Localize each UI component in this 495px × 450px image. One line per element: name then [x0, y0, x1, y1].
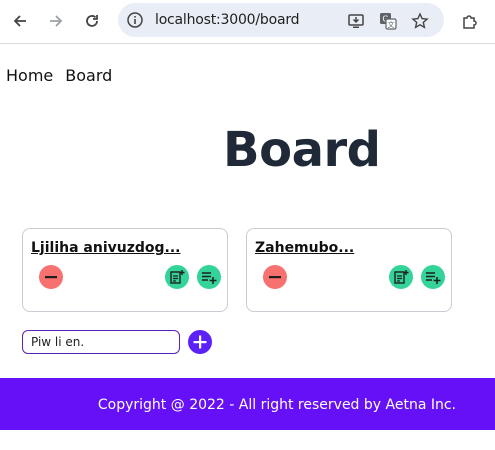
minus-icon: [45, 276, 57, 279]
forward-arrow-icon[interactable]: [44, 9, 68, 33]
remove-card-button[interactable]: [263, 265, 287, 289]
add-note-button[interactable]: [389, 265, 413, 289]
plus-icon: [193, 335, 207, 349]
page-title: Board: [223, 122, 381, 178]
address-bar[interactable]: localhost:3000/board G文: [118, 3, 444, 37]
note-add-icon: [394, 270, 409, 284]
back-arrow-icon[interactable]: [8, 9, 32, 33]
playlist-add-icon: [426, 272, 441, 284]
board-card: Ljiliha anivuzdog...: [22, 228, 228, 312]
add-note-button[interactable]: [165, 265, 189, 289]
remove-card-button[interactable]: [39, 265, 63, 289]
copyright-text: Copyright @ 2022 - All right reserved by…: [97, 397, 456, 413]
install-app-icon[interactable]: [346, 11, 366, 31]
reload-icon[interactable]: [80, 9, 104, 33]
note-add-icon: [170, 270, 185, 284]
card-name-link[interactable]: Ljiliha anivuzdog...: [31, 240, 180, 256]
site-info-icon[interactable]: [126, 11, 144, 29]
top-nav: Home Board: [6, 66, 124, 86]
browser-toolbar: localhost:3000/board G文: [0, 0, 495, 44]
playlist-add-icon: [202, 272, 217, 284]
add-list-button[interactable]: [421, 265, 445, 289]
nav-home-link[interactable]: Home: [6, 66, 53, 85]
card-name-link[interactable]: Zahemubo...: [255, 240, 354, 256]
board-card: Zahemubo...: [246, 228, 452, 312]
bookmark-star-icon[interactable]: [410, 11, 430, 31]
new-card-input[interactable]: [22, 330, 180, 354]
svg-text:文: 文: [388, 20, 395, 29]
footer: Copyright @ 2022 - All right reserved by…: [0, 378, 495, 430]
extensions-icon[interactable]: [458, 9, 482, 33]
add-list-button[interactable]: [197, 265, 221, 289]
url-text[interactable]: localhost:3000/board: [155, 12, 300, 28]
translate-icon[interactable]: G文: [378, 11, 398, 31]
add-card-button[interactable]: [188, 330, 212, 354]
nav-board-link[interactable]: Board: [65, 66, 112, 85]
minus-icon: [269, 276, 281, 279]
